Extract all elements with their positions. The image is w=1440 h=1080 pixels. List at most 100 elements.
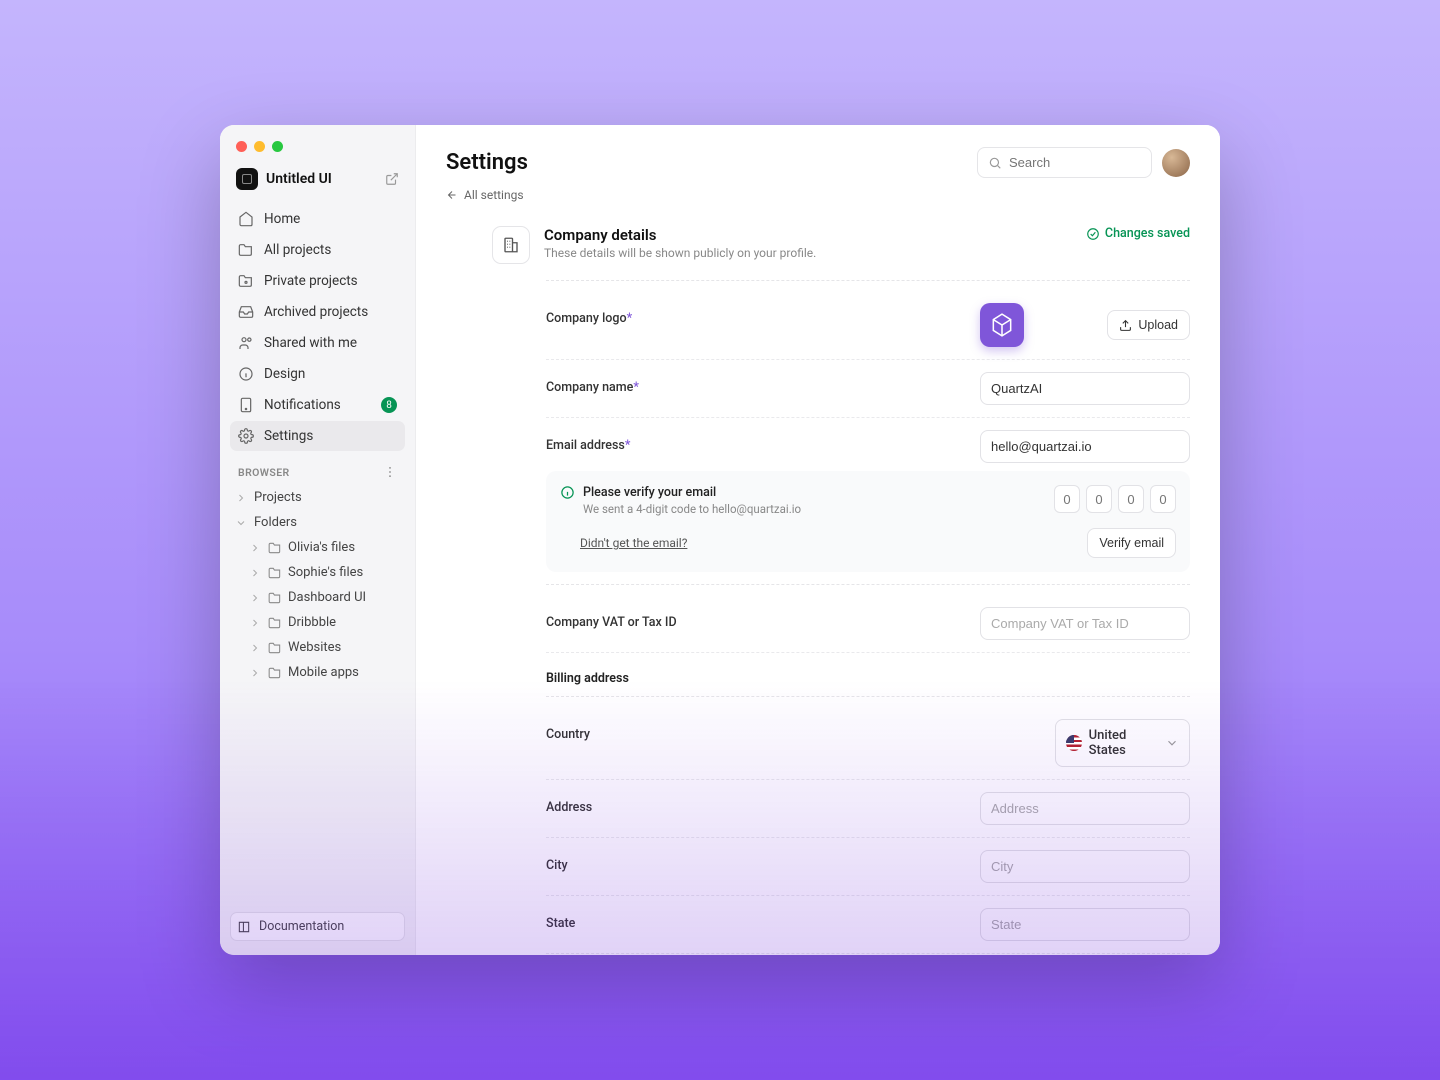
verify-email-label: Verify email <box>1099 536 1164 550</box>
verify-email-panel: Please verify your email We sent a 4-dig… <box>546 471 1190 572</box>
browser-tree: Projects Folders Olivia's files Sophie's… <box>230 485 405 685</box>
tree-label: Websites <box>288 640 341 655</box>
verify-body: We sent a 4-digit code to hello@quartzai… <box>583 502 801 516</box>
row-vat: Company VAT or Tax ID <box>546 595 1190 653</box>
verify-email-button[interactable]: Verify email <box>1087 528 1176 558</box>
nav-private-projects[interactable]: Private projects <box>230 266 405 296</box>
nav-notifications[interactable]: Notifications 8 <box>230 390 405 420</box>
app-window: Untitled UI Home All projects Private pr… <box>220 125 1220 955</box>
billing-title: Billing address <box>546 671 1190 686</box>
chevron-right-icon <box>248 667 262 679</box>
tree-olivias-files[interactable]: Olivia's files <box>230 535 405 560</box>
search-input[interactable] <box>1009 155 1141 170</box>
country-select[interactable]: United States <box>1055 719 1190 767</box>
brand-logo-icon <box>236 168 258 190</box>
code-digit-1[interactable] <box>1054 485 1080 513</box>
divider <box>546 280 1190 281</box>
row-country: Country United States <box>546 707 1190 780</box>
label-email: Email address* <box>546 430 630 453</box>
nav-label: Design <box>264 366 305 382</box>
close-icon[interactable] <box>236 141 247 152</box>
home-icon <box>238 211 254 227</box>
section-title: Company details <box>544 226 1072 244</box>
chevron-down-icon <box>234 517 248 529</box>
documentation-label: Documentation <box>259 919 344 934</box>
nav-design[interactable]: Design <box>230 359 405 389</box>
primary-nav: Home All projects Private projects Archi… <box>230 204 405 451</box>
code-input-group <box>1054 485 1176 513</box>
label-address: Address <box>546 792 592 815</box>
nav-label: Notifications <box>264 397 341 413</box>
billing-section-header: Billing address <box>546 653 1190 692</box>
nav-shared[interactable]: Shared with me <box>230 328 405 358</box>
maximize-icon[interactable] <box>272 141 283 152</box>
info-icon <box>238 366 254 382</box>
state-field[interactable] <box>980 908 1190 941</box>
divider <box>546 696 1190 697</box>
tree-label: Olivia's files <box>288 540 355 555</box>
breadcrumb[interactable]: All settings <box>446 188 1190 202</box>
external-link-icon[interactable] <box>385 172 399 186</box>
row-email: Email address* <box>546 418 1190 471</box>
section-header: Company details These details will be sh… <box>492 226 1190 264</box>
company-name-field[interactable] <box>980 372 1190 405</box>
more-icon[interactable] <box>383 465 397 479</box>
tree-mobile-apps[interactable]: Mobile apps <box>230 660 405 685</box>
tree-label: Projects <box>254 490 302 505</box>
avatar[interactable] <box>1162 149 1190 177</box>
label-city: City <box>546 850 568 873</box>
nav-archived-projects[interactable]: Archived projects <box>230 297 405 327</box>
tree-sophies-files[interactable]: Sophie's files <box>230 560 405 585</box>
search-input-wrap[interactable] <box>977 147 1152 178</box>
company-logo-icon <box>980 303 1024 347</box>
breadcrumb-label: All settings <box>464 188 524 202</box>
email-field[interactable] <box>980 430 1190 463</box>
chevron-right-icon <box>248 567 262 579</box>
upload-label: Upload <box>1138 318 1178 332</box>
tree-label: Sophie's files <box>288 565 363 580</box>
tree-dashboard-ui[interactable]: Dashboard UI <box>230 585 405 610</box>
notification-badge: 8 <box>381 397 397 413</box>
tree-websites[interactable]: Websites <box>230 635 405 660</box>
upload-button[interactable]: Upload <box>1107 310 1190 340</box>
vat-field[interactable] <box>980 607 1190 640</box>
nav-home[interactable]: Home <box>230 204 405 234</box>
book-icon <box>237 920 251 934</box>
row-company-logo: Company logo* Upload <box>546 291 1190 360</box>
bell-icon <box>238 397 254 413</box>
verify-title: Please verify your email <box>583 485 801 500</box>
info-icon <box>560 485 575 516</box>
address-field[interactable] <box>980 792 1190 825</box>
header-actions <box>977 147 1190 178</box>
code-digit-3[interactable] <box>1118 485 1144 513</box>
folder-icon <box>268 541 282 555</box>
nav-settings[interactable]: Settings <box>230 421 405 451</box>
brand-name: Untitled UI <box>266 171 332 187</box>
browser-label: BROWSER <box>238 466 290 479</box>
page-title: Settings <box>446 150 528 175</box>
city-field[interactable] <box>980 850 1190 883</box>
section-subtitle: These details will be shown publicly on … <box>544 246 1072 260</box>
nav-all-projects[interactable]: All projects <box>230 235 405 265</box>
nav-label: Home <box>264 211 300 227</box>
users-icon <box>238 335 254 351</box>
tree-projects[interactable]: Projects <box>230 485 405 510</box>
code-digit-4[interactable] <box>1150 485 1176 513</box>
code-digit-2[interactable] <box>1086 485 1112 513</box>
brand[interactable]: Untitled UI <box>236 168 332 190</box>
folder-icon <box>268 666 282 680</box>
label-company-name: Company name* <box>546 372 639 395</box>
tree-dribbble[interactable]: Dribbble <box>230 610 405 635</box>
upload-icon <box>1119 319 1132 332</box>
minimize-icon[interactable] <box>254 141 265 152</box>
resend-email-link[interactable]: Didn't get the email? <box>580 536 687 550</box>
chevron-right-icon <box>248 542 262 554</box>
label-company-logo: Company logo* <box>546 303 632 326</box>
folder-icon <box>268 616 282 630</box>
tree-label: Dashboard UI <box>288 590 366 605</box>
documentation-button[interactable]: Documentation <box>230 912 405 941</box>
tree-label: Folders <box>254 515 297 530</box>
label-state: State <box>546 908 575 931</box>
main-panel: Settings All settings Company details <box>415 125 1220 955</box>
tree-folders[interactable]: Folders <box>230 510 405 535</box>
